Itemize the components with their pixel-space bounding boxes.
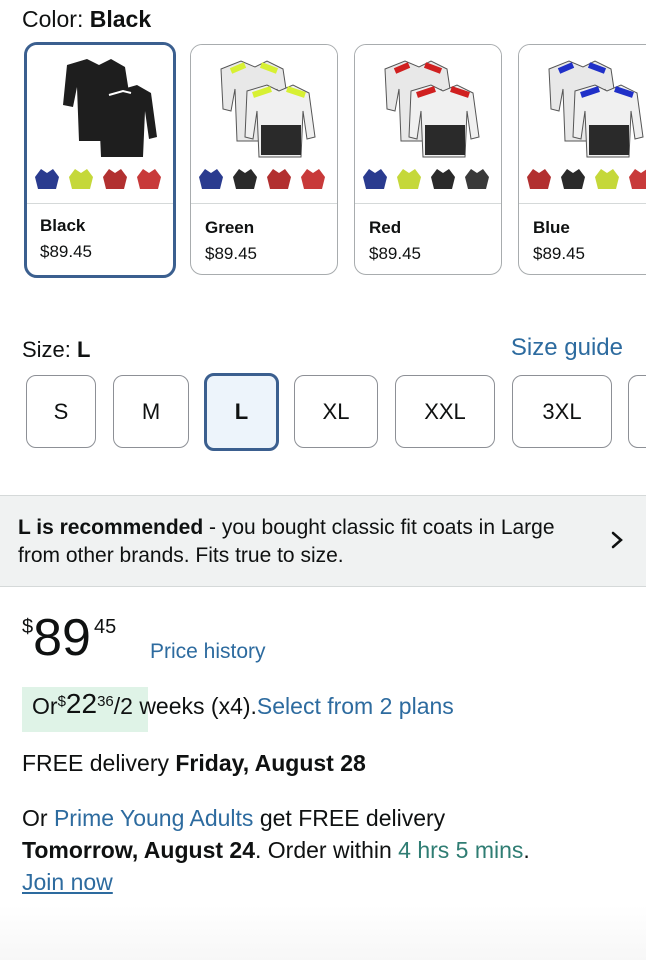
size-option-s[interactable]: S: [26, 375, 96, 448]
color-variant-thumbnails: [35, 169, 161, 189]
size-option-l[interactable]: L: [204, 373, 279, 451]
size-option-more[interactable]: [628, 375, 646, 448]
chevron-right-icon: [611, 531, 623, 549]
swatch-red[interactable]: Red $89.45: [354, 44, 502, 275]
price-fraction: 45: [93, 616, 117, 638]
prime-end: .: [523, 837, 530, 863]
prime-young-adults-link[interactable]: Prime Young Adults: [54, 805, 253, 831]
prime-order: . Order within: [255, 837, 399, 863]
installment-fraction: 36: [97, 693, 114, 710]
recommendation-text: L is recommended - you bought classic fi…: [18, 514, 598, 570]
swatch-divider: [355, 203, 501, 204]
jacket-image: [519, 45, 646, 203]
swatch-divider: [519, 203, 646, 204]
installment-whole: 22: [65, 688, 98, 719]
prime-date: Tomorrow, August 24: [22, 837, 255, 863]
swatch-blue[interactable]: Blue $89.45: [518, 44, 646, 275]
size-label: Size: L: [22, 337, 91, 363]
installment-prefix: Or: [32, 693, 58, 719]
price-symbol: $: [22, 616, 34, 638]
installment-symbol: $: [57, 693, 66, 710]
size-option-3xl[interactable]: 3XL: [512, 375, 612, 448]
size-option-xl[interactable]: XL: [294, 375, 378, 448]
size-guide-link[interactable]: Size guide: [511, 334, 623, 362]
color-swatch-row: Black $89.45 Green $89.45 Red $89.45 Blu…: [24, 42, 646, 278]
delivery-info: FREE delivery Friday, August 28: [22, 750, 366, 777]
swatch-price: $89.45: [369, 244, 421, 263]
swatch-divider: [27, 203, 173, 204]
size-options-row: S M L XL XXL 3XL: [24, 373, 646, 453]
size-value: L: [77, 337, 91, 362]
swatch-price: $89.45: [40, 242, 92, 261]
size-label-prefix: Size:: [22, 337, 71, 362]
price-history-link[interactable]: Price history: [150, 640, 266, 664]
installment-offer: Or $ 22 36 /2 weeks (x4). Select from 2 …: [32, 689, 454, 720]
swatch-green[interactable]: Green $89.45: [190, 44, 338, 275]
color-label: Color: Black: [22, 6, 151, 33]
size-option-m[interactable]: M: [113, 375, 189, 448]
swatch-price: $89.45: [533, 244, 585, 263]
delivery-date: Friday, August 28: [175, 750, 366, 776]
jacket-image: [27, 45, 173, 203]
color-label-prefix: Color:: [22, 6, 84, 32]
prime-prefix: Or: [22, 805, 54, 831]
join-now-link[interactable]: Join now: [22, 869, 113, 895]
prime-middle: get FREE delivery: [253, 805, 446, 831]
jacket-image: [355, 45, 501, 203]
size-recommendation[interactable]: L is recommended - you bought classic fi…: [0, 495, 646, 587]
size-option-xxl[interactable]: XXL: [395, 375, 495, 448]
recommendation-bold: L is recommended: [18, 516, 204, 539]
swatch-price: $89.45: [205, 244, 257, 263]
faded-content-below: [0, 905, 646, 960]
price: $ 89 45: [22, 610, 116, 666]
swatch-divider: [191, 203, 337, 204]
installment-suffix: /2 weeks (x4).: [113, 693, 257, 719]
swatch-name: Blue: [533, 218, 570, 237]
swatch-name: Red: [369, 218, 402, 237]
select-plans-link[interactable]: Select from 2 plans: [257, 693, 454, 720]
delivery-prefix: FREE delivery: [22, 750, 176, 776]
order-countdown: 4 hrs 5 mins: [398, 837, 524, 863]
swatch-name: Black: [40, 216, 86, 235]
swatch-black[interactable]: Black $89.45: [24, 42, 176, 278]
swatch-name: Green: [205, 218, 255, 237]
price-whole: 89: [33, 609, 91, 667]
color-value: Black: [89, 6, 152, 32]
prime-offer: Or Prime Young Adults get FREE delivery …: [22, 802, 632, 898]
jacket-image: [191, 45, 337, 203]
